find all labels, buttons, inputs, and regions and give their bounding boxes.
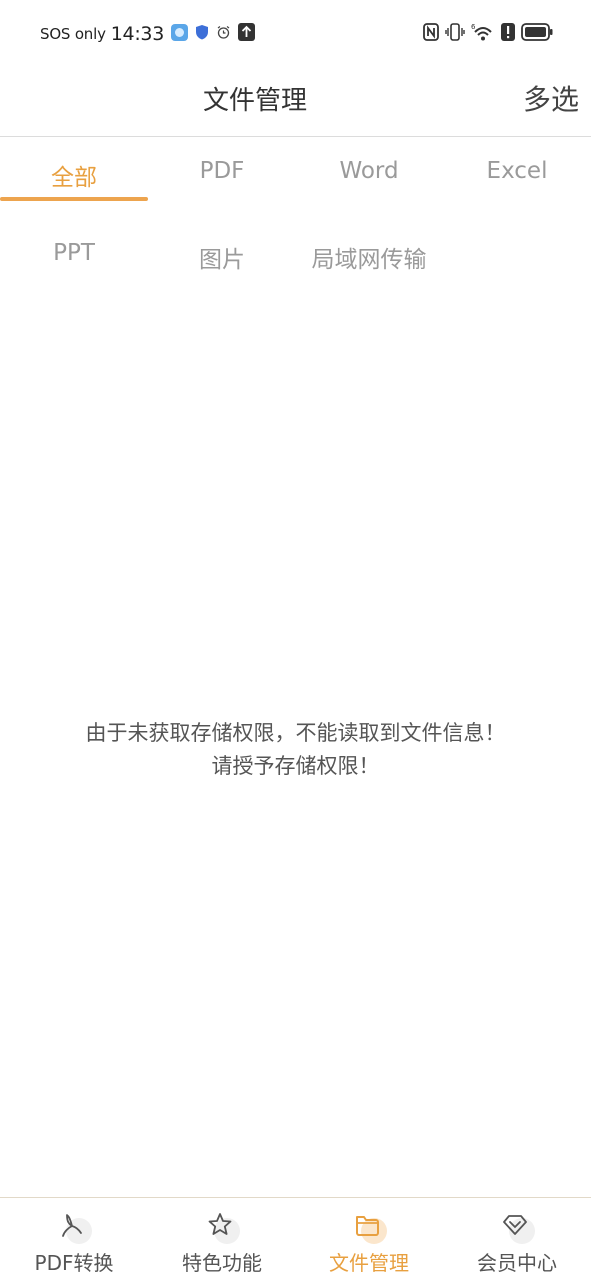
folder-icon xyxy=(353,1210,387,1244)
page-title: 文件管理 xyxy=(202,86,307,116)
clock: 14:33 xyxy=(110,23,165,45)
tab-pdf[interactable]: PDF xyxy=(148,158,296,184)
nav-label-pdf-convert: PDF转换 xyxy=(34,1251,114,1275)
nav-pdf-convert[interactable]: PDF转换 xyxy=(0,1198,148,1280)
tab-lan-transfer[interactable]: 局域网传输 xyxy=(295,240,443,274)
vibrate-icon xyxy=(445,23,465,45)
nav-file-management[interactable]: 文件管理 xyxy=(295,1198,443,1280)
tab-all[interactable]: 全部 xyxy=(0,158,148,192)
multi-select-button[interactable]: 多选 xyxy=(523,78,579,118)
tab-images[interactable]: 图片 xyxy=(148,240,296,274)
carrier-text: SOS only xyxy=(40,25,106,43)
pdf-icon xyxy=(58,1210,92,1244)
nav-label-file-management: 文件管理 xyxy=(329,1251,409,1275)
star-icon xyxy=(206,1210,240,1244)
nav-label-member-center: 会员中心 xyxy=(477,1251,557,1275)
wifi-icon: 6 xyxy=(471,22,495,46)
app-icon xyxy=(171,23,189,45)
nfc-icon xyxy=(423,23,439,45)
alarm-icon xyxy=(216,25,231,44)
active-tab-indicator xyxy=(0,197,148,201)
diamond-icon xyxy=(501,1210,535,1244)
bottom-nav: PDF转换 特色功能 文件管理 会员中心 xyxy=(0,1197,591,1280)
svg-text:6: 6 xyxy=(471,23,476,31)
tab-ppt[interactable]: PPT xyxy=(0,240,148,266)
status-bar: SOS only 14:33 6 xyxy=(0,0,591,66)
tab-word[interactable]: Word xyxy=(295,158,443,184)
tab-excel[interactable]: Excel xyxy=(443,158,591,184)
nav-label-features: 特色功能 xyxy=(182,1251,262,1275)
title-bar: 文件管理 多选 xyxy=(0,66,591,137)
nav-features[interactable]: 特色功能 xyxy=(148,1198,296,1280)
nav-member-center[interactable]: 会员中心 xyxy=(443,1198,591,1280)
shield-icon xyxy=(195,24,209,44)
permission-message-line2: 请授予存储权限！ xyxy=(211,754,380,778)
alert-icon xyxy=(501,23,515,45)
upload-icon xyxy=(238,23,256,45)
battery-icon xyxy=(521,23,553,45)
permission-message: 由于未获取存储权限，不能读取到文件信息！ 请授予存储权限！ xyxy=(0,717,591,783)
permission-message-line1: 由于未获取存储权限，不能读取到文件信息！ xyxy=(85,721,506,745)
